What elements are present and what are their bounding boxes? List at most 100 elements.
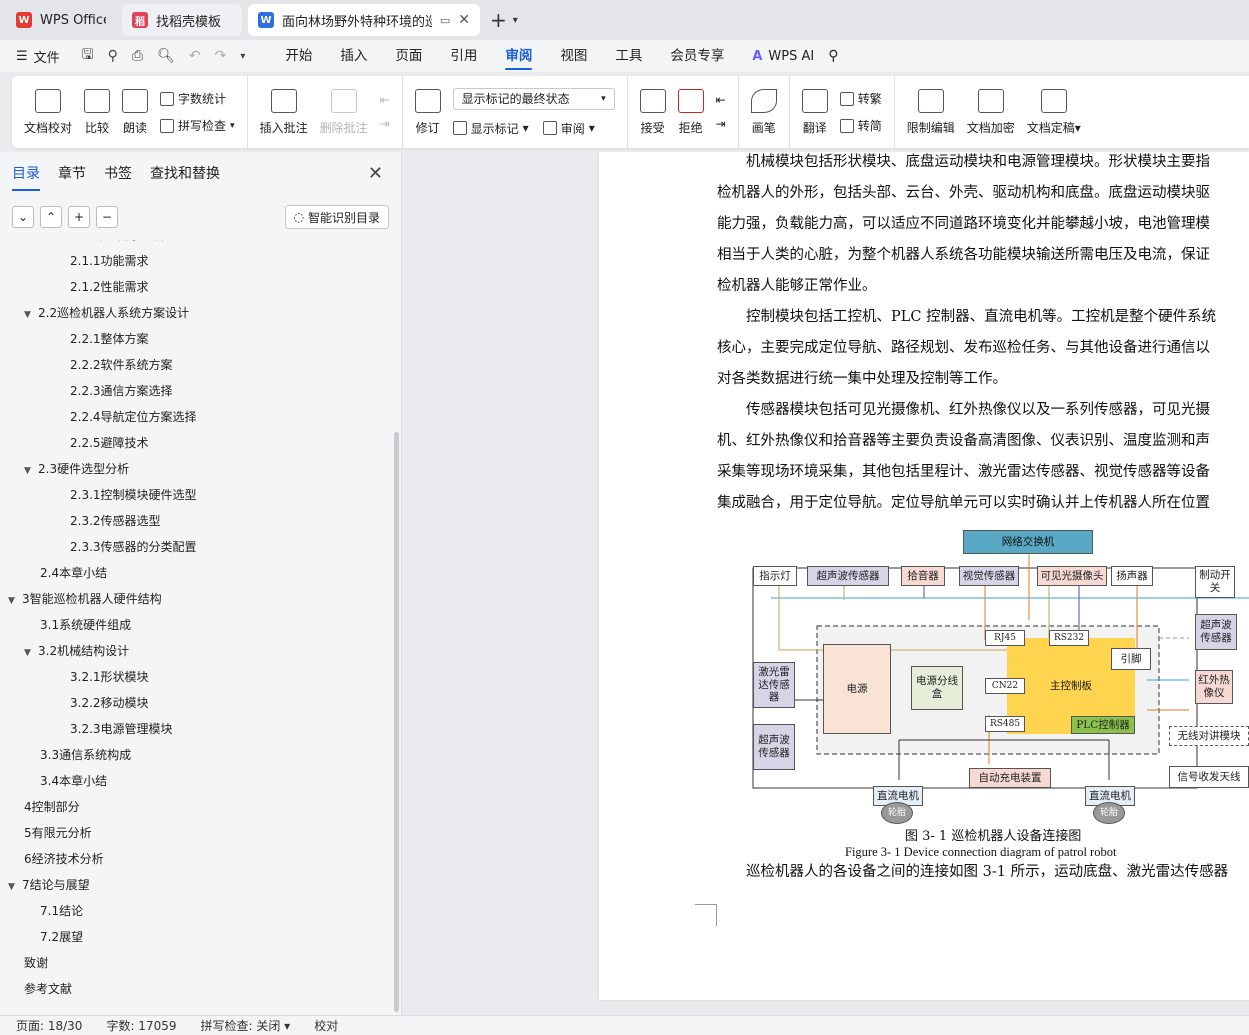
collapse-triangle-icon[interactable]: ▼ <box>24 640 38 666</box>
collapse-triangle-icon[interactable]: ▼ <box>24 302 38 328</box>
smart-toc-button[interactable]: ◌ 智能识别目录 <box>284 205 389 229</box>
tab-docer[interactable]: 稻 找稻壳模板 <box>122 4 242 36</box>
tab-wps-office[interactable]: W WPS Office <box>6 4 116 36</box>
toc-item[interactable]: 2.2.5避障技术 <box>0 430 149 456</box>
toc-item[interactable]: 2.3.2传感器选型 <box>0 508 161 534</box>
proof-indicator[interactable]: 校对 <box>314 1017 338 1034</box>
toc-scrollbar[interactable] <box>394 432 399 1012</box>
to-traditional-button[interactable]: 转繁 <box>839 90 882 107</box>
tab-find-replace[interactable]: 查找和替换 <box>150 163 220 183</box>
tab-document[interactable]: W 面向林场野外特种环境的巡检 ▭ ✕ <box>248 4 480 36</box>
toc-item[interactable]: 2.3.1控制模块硬件选型 <box>0 482 197 508</box>
toc-item[interactable]: 2.3.3传感器的分类配置 <box>0 534 197 560</box>
print-preview-icon[interactable]: 🔍︎ <box>157 48 175 64</box>
toc-item[interactable]: 3.2.2移动模块 <box>0 690 149 716</box>
toc-item[interactable]: ▼ 7结论与展望 <box>0 872 90 898</box>
menu-review[interactable]: 审阅 <box>491 40 546 72</box>
spell-check-button[interactable]: 拼写检查 ▾ <box>160 117 235 134</box>
toc-item[interactable]: 3.2.3电源管理模块 <box>0 716 173 742</box>
save-icon[interactable]: 🖫 <box>82 44 94 68</box>
chevron-down-icon[interactable]: ▾ <box>240 51 245 62</box>
restrict-editing-button[interactable]: 限制编辑 <box>901 76 961 148</box>
document-page[interactable]: 机械模块包括形状模块、底盘运动模块和电源管理模块。形状模块主要指 检机器人的外形，… <box>599 152 1249 1000</box>
toc-item[interactable]: 4控制部分 <box>0 794 80 820</box>
menu-member[interactable]: 会员专享 <box>656 40 738 72</box>
menu-reference[interactable]: 引用 <box>436 40 491 72</box>
reject-button[interactable]: 拒绝 <box>672 76 710 148</box>
menu-tools[interactable]: 工具 <box>601 40 656 72</box>
accept-button[interactable]: 接受 <box>634 76 672 148</box>
toc-item[interactable]: 3.2.1形状模块 <box>0 664 149 690</box>
read-aloud-button[interactable]: 朗读 <box>116 76 154 148</box>
compare-button[interactable]: 比较 <box>78 76 116 148</box>
toc-item[interactable]: ▼ 2.3硬件选型分析 <box>0 456 129 482</box>
tab-chapters[interactable]: 章节 <box>58 163 86 183</box>
translate-button[interactable]: 翻译 <box>796 76 834 148</box>
toc-item[interactable]: ▼ 3.2机械结构设计 <box>0 638 129 664</box>
delete-comment-button[interactable]: 删除批注 <box>314 76 374 148</box>
page-indicator[interactable]: 页面: 18/30 <box>16 1017 82 1034</box>
markup-mode-select[interactable]: 显示标记的最终状态 ▾ <box>452 87 615 110</box>
word-count-indicator[interactable]: 字数: 17059 <box>106 1017 176 1034</box>
collapse-triangle-icon[interactable]: ▼ <box>8 874 22 900</box>
redo-icon[interactable]: ↷ <box>215 48 227 64</box>
add-icon[interactable]: + <box>68 206 90 228</box>
undo-icon[interactable]: ↶ <box>189 48 201 64</box>
menu-view[interactable]: 视图 <box>546 40 601 72</box>
next-comment-icon[interactable]: ⇥ <box>380 117 390 131</box>
toc-item[interactable]: 3.3通信系统构成 <box>0 742 131 768</box>
tab-toc[interactable]: 目录 <box>12 163 40 191</box>
chevron-down-icon[interactable]: ▾ <box>513 15 518 26</box>
expand-down-icon[interactable]: ⌄ <box>12 206 34 228</box>
collapse-up-icon[interactable]: ⌃ <box>40 206 62 228</box>
toc-item[interactable]: 7.2展望 <box>0 924 83 950</box>
toc-item[interactable]: 2.2.1整体方案 <box>0 326 149 352</box>
wps-ai-button[interactable]: A WPS AI <box>752 49 814 64</box>
file-menu[interactable]: ☰ 文件 <box>16 47 60 66</box>
to-simplified-button[interactable]: 转简 <box>839 117 882 134</box>
previous-change-icon[interactable]: ⇤ <box>716 93 726 107</box>
track-changes-button[interactable]: 修订 <box>409 76 447 148</box>
search-icon[interactable]: ⚲ <box>828 48 838 64</box>
toc-item[interactable]: 7.1结论 <box>0 898 83 924</box>
spell-check-indicator[interactable]: 拼写检查: 关闭 ▾ <box>201 1017 291 1034</box>
toc-item[interactable]: 6经济技术分析 <box>0 846 104 872</box>
toc-item[interactable]: ▼2.1系统设计的需求分析 <box>0 240 165 248</box>
close-tab-icon[interactable]: ✕ <box>458 12 470 28</box>
toc-item[interactable]: 3.4本章小结 <box>0 768 107 794</box>
toc-item[interactable]: 2.4本章小结 <box>0 560 107 586</box>
print-icon[interactable]: ⎙ <box>132 48 143 64</box>
collapse-triangle-icon[interactable]: ▼ <box>8 588 22 614</box>
toc-item[interactable]: 2.2.3通信方案选择 <box>0 378 173 404</box>
finalize-button[interactable]: 文档定稿▾ <box>1021 76 1087 148</box>
tab-bookmarks[interactable]: 书签 <box>104 163 132 183</box>
next-change-icon[interactable]: ⇥ <box>716 117 726 131</box>
share-icon[interactable]: ⚲ <box>108 48 118 64</box>
previous-comment-icon[interactable]: ⇤ <box>380 93 390 107</box>
toc-item[interactable]: 2.1.2性能需求 <box>0 274 149 300</box>
review-pane-button[interactable]: 审阅 ▾ <box>542 120 595 137</box>
pen-button[interactable]: 画笔 <box>745 76 783 148</box>
show-markup-button[interactable]: 显示标记 ▾ <box>452 120 529 137</box>
toc-item[interactable]: ▼ 3智能巡检机器人硬件结构 <box>0 586 162 612</box>
close-icon[interactable]: ✕ <box>368 163 383 184</box>
menu-page[interactable]: 页面 <box>381 40 436 72</box>
new-tab-icon[interactable]: + <box>490 8 507 32</box>
toc-item[interactable]: 参考文献 <box>0 976 72 1002</box>
toc-item[interactable]: 致谢 <box>0 950 48 976</box>
collapse-triangle-icon[interactable]: ▼ <box>24 458 38 484</box>
remove-icon[interactable]: − <box>96 206 118 228</box>
toc-item[interactable]: 3.1系统硬件组成 <box>0 612 131 638</box>
menu-insert[interactable]: 插入 <box>326 40 381 72</box>
word-count-button[interactable]: 字数统计 <box>160 90 235 107</box>
menu-start[interactable]: 开始 <box>271 40 326 72</box>
toc-item[interactable]: 2.1.1功能需求 <box>0 248 149 274</box>
toc-item[interactable]: ▼ 2.2巡检机器人系统方案设计 <box>0 300 189 326</box>
toc-item[interactable]: 5有限元分析 <box>0 820 92 846</box>
encrypt-button[interactable]: 文档加密 <box>961 76 1021 148</box>
monitor-icon[interactable]: ▭ <box>440 14 450 27</box>
proof-button[interactable]: 文档校对 <box>18 76 78 148</box>
insert-comment-button[interactable]: 插入批注 <box>254 76 314 148</box>
toc-item[interactable]: 2.2.4导航定位方案选择 <box>0 404 197 430</box>
toc-item[interactable]: 2.2.2软件系统方案 <box>0 352 173 378</box>
